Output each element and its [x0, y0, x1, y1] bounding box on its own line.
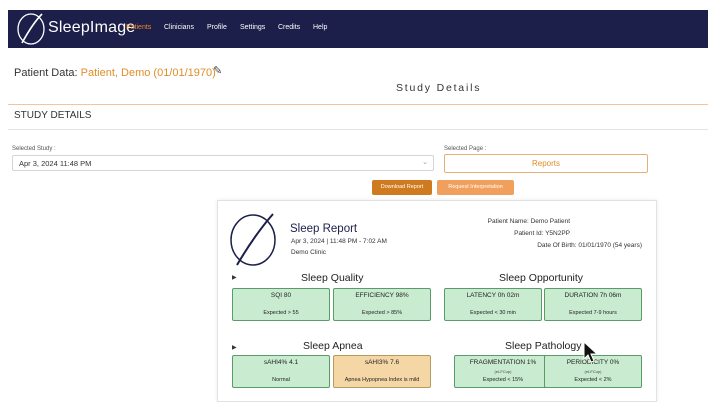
patient-data-label: Patient Data:: [14, 67, 78, 79]
metric-value: sAHI3% 7.6: [364, 359, 400, 366]
section-heading: STUDY DETAILS: [14, 110, 92, 121]
report-clinic: Demo Clinic: [291, 249, 327, 256]
fragmentation-metric[interactable]: FRAGMENTATION 1% (eLFCup) Expected < 15%: [454, 355, 552, 388]
mouse-cursor-icon: [583, 341, 599, 363]
sleep-report-card: Sleep Report Apr 3, 2024 | 11:48 PM - 7:…: [217, 200, 657, 402]
download-report-button[interactable]: Download Report: [372, 180, 432, 195]
metric-value: LATENCY 0h 02m: [466, 292, 520, 299]
metric-expected: Expected < 30 min: [470, 310, 516, 316]
page-title: Study Details: [396, 82, 482, 94]
metric-sub: (eLFCup): [584, 369, 602, 374]
patient-id: Patient Id: Y5N2PP: [514, 230, 570, 237]
expand-arrow-icon[interactable]: ▶: [232, 274, 237, 281]
metric-expected: Normal: [272, 377, 290, 383]
sahi3-metric[interactable]: sAHI3% 7.6 Apnea Hypopnea Index is mild: [333, 355, 431, 388]
sleepimage-logo-icon: [230, 213, 276, 266]
sleep-pathology-heading: Sleep Pathology: [505, 340, 582, 352]
nav-clinicians[interactable]: Clinicians: [164, 24, 194, 31]
metric-expected: Expected 7-9 hours: [569, 310, 617, 316]
top-navbar: SleepImage Patients Clinicians Profile S…: [8, 10, 708, 48]
divider: [8, 129, 708, 130]
nav-settings[interactable]: Settings: [240, 24, 265, 31]
patient-data-line: Patient Data: Patient, Demo (01/01/1970): [14, 67, 216, 79]
expand-arrow-icon[interactable]: ▶: [232, 344, 237, 351]
patient-name: Patient Name: Demo Patient: [487, 218, 570, 225]
metric-expected: Expected > 85%: [361, 310, 403, 316]
metric-expected: Apnea Hypopnea Index is mild: [344, 377, 420, 383]
nav-profile[interactable]: Profile: [207, 24, 227, 31]
report-title: Sleep Report: [290, 223, 358, 235]
selected-page-label: Selected Page :: [444, 146, 487, 152]
divider: [8, 104, 708, 105]
metric-value: sAHI4% 4.1: [263, 359, 299, 366]
page-select[interactable]: Reports: [444, 154, 648, 173]
sqi-metric[interactable]: SQI 80 Expected > 55: [232, 288, 330, 321]
metric-expected: Expected > 55: [263, 310, 299, 316]
metric-value: FRAGMENTATION 1%: [469, 359, 537, 366]
patient-dob: Date Of Birth: 01/01/1970 (54 years): [537, 242, 642, 249]
efficiency-metric[interactable]: EFFICIENCY 98% Expected > 85%: [333, 288, 431, 321]
metric-expected: Expected < 15%: [482, 377, 524, 383]
selected-study-label: Selected Study :: [12, 146, 56, 152]
metric-value: EFFICIENCY 98%: [355, 292, 409, 299]
sleepimage-logo-icon[interactable]: [16, 12, 46, 46]
duration-metric[interactable]: DURATION 7h 06m Expected 7-9 hours: [544, 288, 642, 321]
sleep-apnea-heading: Sleep Apnea: [303, 340, 363, 352]
report-date-range: Apr 3, 2024 | 11:48 PM - 7:02 AM: [291, 238, 387, 245]
patient-name-dob: Patient, Demo (01/01/1970): [80, 67, 216, 79]
sleep-opportunity-heading: Sleep Opportunity: [499, 272, 584, 284]
sahi4-metric[interactable]: sAHI4% 4.1 Normal: [232, 355, 330, 388]
study-select-value: Apr 3, 2024 11:48 PM: [19, 159, 92, 168]
latency-metric[interactable]: LATENCY 0h 02m Expected < 30 min: [444, 288, 542, 321]
metric-value: DURATION 7h 06m: [564, 292, 622, 299]
nav-credits[interactable]: Credits: [278, 24, 300, 31]
metric-expected: Expected < 2%: [574, 377, 612, 383]
study-select[interactable]: Apr 3, 2024 11:48 PM ⌄: [12, 155, 434, 171]
edit-icon[interactable]: ✎: [213, 64, 222, 77]
sleep-quality-heading: Sleep Quality: [301, 272, 364, 284]
metric-sub: (eLFCup): [494, 369, 512, 374]
nav-help[interactable]: Help: [313, 24, 327, 31]
nav-patients[interactable]: Patients: [126, 24, 151, 31]
request-interpretation-button[interactable]: Request Interpretation: [437, 180, 514, 195]
brand-name[interactable]: SleepImage: [48, 19, 135, 37]
metric-value: SQI 80: [270, 292, 292, 299]
chevron-down-icon: ⌄: [422, 159, 428, 166]
